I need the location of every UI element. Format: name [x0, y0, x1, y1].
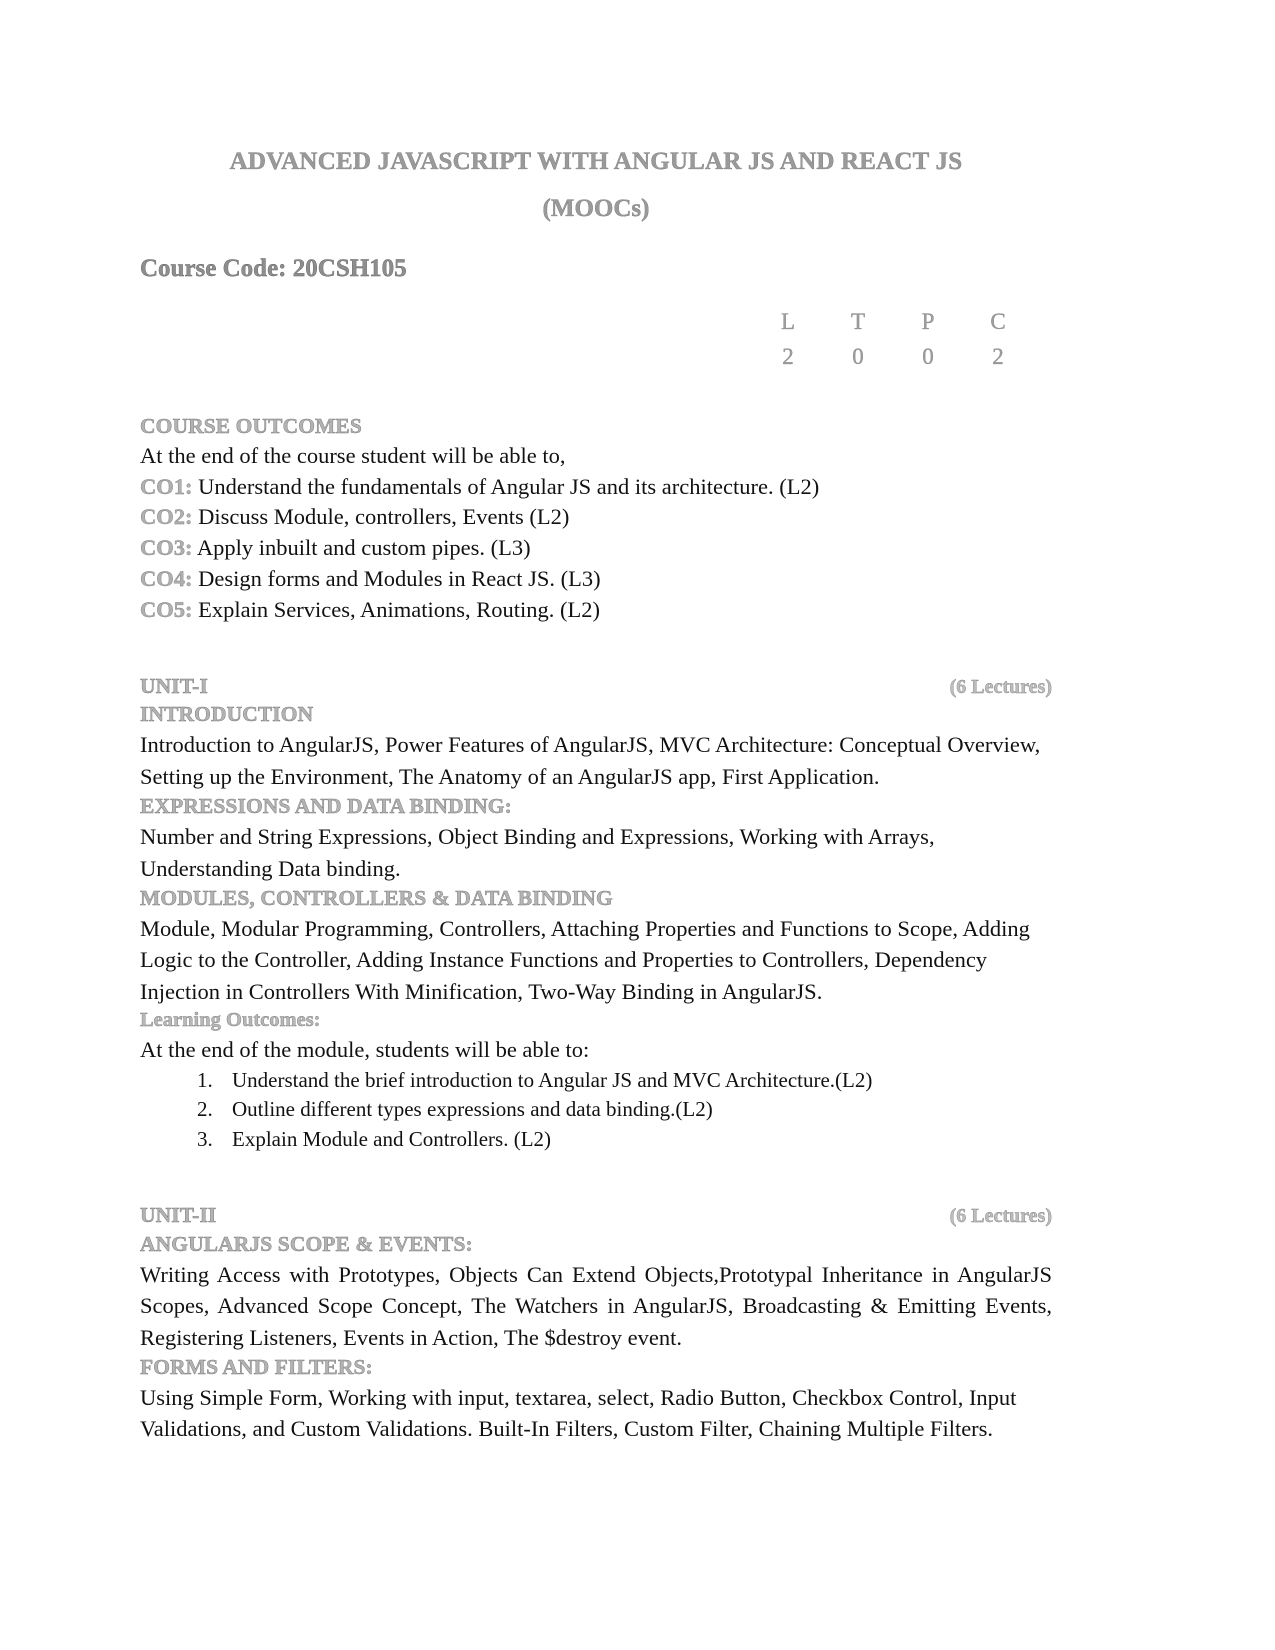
unit-1-header: UNIT-I (6 Lectures)	[140, 672, 1052, 701]
course-outcome-text: Discuss Module, controllers, Events (L2)	[192, 504, 570, 530]
document-content: ADVANCED JAVASCRIPT WITH ANGULAR JS AND …	[140, 145, 1052, 1445]
unit-1-section-3-text: Module, Modular Programming, Controllers…	[140, 915, 1030, 1004]
unit-2-section-1-text: Writing Access with Prototypes, Objects …	[140, 1261, 1052, 1350]
course-outcome-item: CO4: Design forms and Modules in React J…	[140, 564, 1052, 595]
ltpc-value-l: 2	[782, 343, 794, 369]
ltpc-header-t: T	[850, 309, 866, 334]
course-outcomes-intro: At the end of the course student will be…	[140, 442, 566, 468]
list-item: Understand the brief introduction to Ang…	[218, 1066, 1052, 1096]
unit-1-section-2-text: Number and String Expressions, Object Bi…	[140, 824, 935, 881]
course-outcome-tag: CO4:	[140, 566, 193, 592]
ltpc-header-p: P	[921, 309, 935, 334]
course-outcomes-heading: COURSE OUTCOMES	[140, 414, 362, 438]
list-item: Outline different types expressions and …	[218, 1095, 1052, 1125]
page-subtitle: (MOOCs)	[542, 194, 650, 222]
list-item: Explain Module and Controllers. (L2)	[218, 1125, 1052, 1155]
ltpc-header-c: C	[990, 309, 1006, 334]
unit-1-section-3-heading: MODULES, CONTROLLERS & DATA BINDING	[140, 886, 613, 911]
course-outcome-tag: CO5:	[140, 596, 193, 622]
unit-1-section-1-text: Introduction to AngularJS, Power Feature…	[140, 732, 1041, 789]
course-outcome-text: Apply inbuilt and custom pipes. (L3)	[192, 535, 531, 561]
unit-2-lectures: (6 Lectures)	[949, 1205, 1052, 1228]
course-outcome-item: CO1: Understand the fundamentals of Angu…	[140, 472, 1052, 503]
course-outcome-item: CO2: Discuss Module, controllers, Events…	[140, 502, 1052, 533]
unit-2-section-1-heading: ANGULARJS SCOPE & EVENTS:	[140, 1231, 473, 1256]
ltpc-header-l: L	[780, 309, 796, 334]
course-outcome-tag: CO3:	[140, 535, 193, 561]
unit-1-section-2-heading: EXPRESSIONS AND DATA BINDING:	[140, 794, 512, 819]
syllabus-page: ADVANCED JAVASCRIPT WITH ANGULAR JS AND …	[0, 0, 1275, 1650]
ltpc-value-c: 2	[992, 343, 1004, 369]
ltpc-value-row: 2 0 0 2	[758, 340, 1028, 375]
unit-1-section-1-heading: INTRODUCTION	[140, 702, 314, 727]
unit-1-learning-outcomes-intro: At the end of the module, students will …	[140, 1036, 590, 1062]
ltpc-value-p: 0	[922, 343, 934, 369]
page-title: ADVANCED JAVASCRIPT WITH ANGULAR JS AND …	[229, 148, 963, 175]
unit-2-section-2-heading: FORMS AND FILTERS:	[140, 1355, 373, 1380]
ltpc-table: L T P C 2 0 0 2	[758, 305, 1028, 374]
ltpc-value-t: 0	[852, 343, 864, 369]
unit-1-lectures: (6 Lectures)	[949, 675, 1052, 698]
unit-2-header: UNIT-II (6 Lectures)	[140, 1201, 1052, 1230]
course-outcome-text: Design forms and Modules in React JS. (L…	[192, 566, 601, 592]
course-outcome-tag: CO2:	[140, 504, 193, 530]
course-outcome-item: CO5: Explain Services, Animations, Routi…	[140, 595, 1052, 626]
course-code: Course Code: 20CSH105	[140, 255, 407, 282]
course-outcome-tag: CO1:	[140, 473, 193, 499]
unit-1-label: UNIT-I	[140, 673, 208, 698]
course-outcome-item: CO3: Apply inbuilt and custom pipes. (L3…	[140, 533, 1052, 564]
unit-1-learning-outcomes-list: Understand the brief introduction to Ang…	[140, 1066, 1052, 1155]
unit-2-label: UNIT-II	[140, 1203, 217, 1228]
unit-2-section-2-text: Using Simple Form, Working with input, t…	[140, 1384, 1017, 1442]
unit-1-learning-outcomes-heading: Learning Outcomes:	[140, 1009, 321, 1032]
course-outcome-text: Understand the fundamentals of Angular J…	[192, 473, 820, 499]
course-outcome-text: Explain Services, Animations, Routing. (…	[192, 596, 600, 622]
ltpc-header-row: L T P C	[758, 305, 1028, 340]
